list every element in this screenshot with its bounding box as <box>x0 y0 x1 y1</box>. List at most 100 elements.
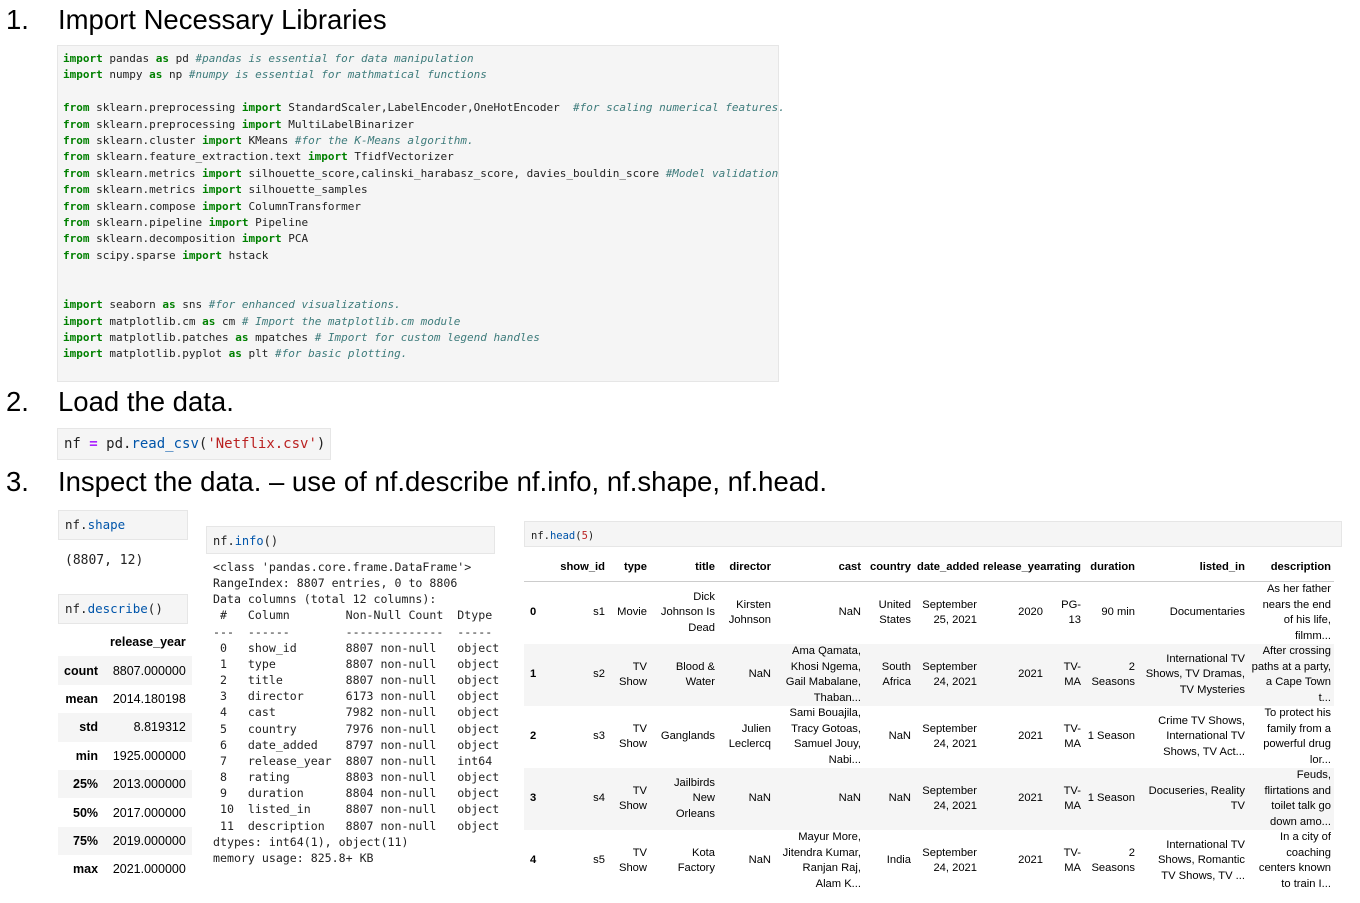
table-cell: International TV Shows, TV Dramas, TV My… <box>1145 652 1245 696</box>
shape-code-cell[interactable]: nf.shape <box>58 510 188 540</box>
code-block: nf.head(5) <box>531 530 595 542</box>
table-cell: NaN <box>888 730 911 743</box>
describe-row: 75% 2019.000000 <box>58 826 192 856</box>
table-cell: Mayur More, Jitendra Kumar, Ranjan Raj, … <box>782 831 861 890</box>
table-cell: Crime TV Shows, International TV Shows, … <box>1158 714 1245 758</box>
table-cell: Blood & Water <box>675 660 715 689</box>
describe-stat-value: 2014.180198 <box>112 691 186 706</box>
describe-stat-label: max <box>73 862 99 877</box>
describe-stat-label: 50% <box>73 805 99 820</box>
step-number: 2. <box>6 386 29 417</box>
code-block: import pandas as pd #pandas is essential… <box>63 52 785 361</box>
table-cell: s4 <box>593 792 605 805</box>
table-cell: Dick Johnson Is Dead <box>660 590 715 634</box>
table-cell: NaN <box>888 792 911 805</box>
describe-row: 50% 2017.000000 <box>58 798 192 826</box>
table-cell: Sami Bouajila, Tracy Gotoas, Samuel Jouy… <box>789 707 861 766</box>
step-title: Inspect the data. – use of nf.describe n… <box>58 466 827 497</box>
describe-stat-value: 2013.000000 <box>112 777 186 792</box>
table-cell: Ama Qamata, Khosi Ngema, Gail Mabalane, … <box>785 645 861 704</box>
head-column-header: date_added <box>914 553 980 582</box>
describe-row: count 8807.000000 <box>58 656 192 685</box>
load-code-cell[interactable]: nf = pd.read_csv('Netflix.csv') <box>57 428 331 460</box>
head-column-header: country <box>864 553 914 582</box>
describe-row: mean 2014.180198 <box>58 685 192 713</box>
table-cell: Ganglands <box>660 730 715 743</box>
head-column-header: listed_in <box>1138 553 1248 582</box>
info-output: <class 'pandas.core.frame.DataFrame'> Ra… <box>213 560 500 865</box>
step-title: Load the data. <box>58 386 234 417</box>
table-cell: s2 <box>593 668 605 681</box>
table-cell: Julien Leclercq <box>728 722 771 751</box>
table-cell: NaN <box>748 854 771 867</box>
table-cell: 1 Season <box>1087 730 1135 743</box>
table-cell: 2 Seasons <box>1091 660 1135 689</box>
table-cell: 2 Seasons <box>1091 846 1135 875</box>
info-code-cell[interactable]: nf.info() <box>206 526 495 554</box>
table-cell: Kota Factory <box>677 846 715 875</box>
table-cell: September 24, 2021 <box>922 660 977 689</box>
table-cell: South Africa <box>881 660 911 689</box>
table-cell: TV-MA <box>1063 784 1081 813</box>
table-cell: TV-MA <box>1063 722 1081 751</box>
table-cell: India <box>886 854 911 867</box>
row-index: 3 <box>530 792 537 805</box>
head-column-header <box>524 553 554 582</box>
table-cell: NaN <box>838 606 861 619</box>
describe-stat-label: 75% <box>73 833 99 848</box>
table-cell: TV-MA <box>1063 660 1081 689</box>
table-cell: TV Show <box>619 660 647 689</box>
table-cell: Docuseries, Reality TV <box>1148 784 1245 813</box>
table-cell: TV Show <box>619 846 647 875</box>
head-table-row: 1 s2 TV Show Blood & Water NaN Ama Qamata, Kh… <box>524 644 1334 706</box>
describe-stat-value: 8807.000000 <box>112 663 186 678</box>
describe-stat-value: 8.819312 <box>133 720 186 735</box>
table-cell: Documentaries <box>1169 606 1245 619</box>
table-cell: As her father nears the end of his life,… <box>1262 583 1331 642</box>
code-block: nf = pd.read_csv('Netflix.csv') <box>64 436 326 452</box>
code-block: nf.describe() <box>65 601 163 616</box>
table-cell: 2021 <box>1018 792 1043 805</box>
head-column-header: title <box>650 553 718 582</box>
table-cell: September 24, 2021 <box>922 846 977 875</box>
describe-table: release_year count 8807.000000 mean 2014.18… <box>58 628 192 884</box>
describe-stat-label: 25% <box>73 777 99 792</box>
import-code-cell[interactable]: import pandas as pd #pandas is essential… <box>57 45 785 382</box>
describe-stat-value: 1925.000000 <box>112 748 186 763</box>
row-index: 0 <box>530 606 537 619</box>
describe-stat-label: std <box>79 720 99 735</box>
head-table-row: 3 s4 TV Show Jailbirds New Orleans NaN NaN NaN… <box>524 768 1334 830</box>
describe-column-header: release_year <box>110 635 186 650</box>
step-heading-2: 2. Load the data. <box>6 386 606 418</box>
head-table: show_id type title director cast country date_… <box>524 553 1334 892</box>
table-cell: International TV Shows, Romantic TV Show… <box>1157 838 1245 882</box>
table-cell: 2021 <box>1018 730 1043 743</box>
head-column-header: show_id <box>554 553 608 582</box>
table-cell: PG-13 <box>1061 598 1081 627</box>
describe-row: min 1925.000000 <box>58 742 192 770</box>
code-block: nf.shape <box>65 517 126 532</box>
describe-row: std 8.819312 <box>58 713 192 742</box>
head-table-row: 4 s5 TV Show Kota Factory NaN Mayur More, Jit… <box>524 830 1334 892</box>
head-code-cell[interactable]: nf.head(5) <box>524 521 1342 547</box>
table-cell: TV Show <box>619 784 647 813</box>
head-column-header: director <box>718 553 774 582</box>
head-column-header: release_year <box>980 553 1051 582</box>
describe-row: 25% 2013.000000 <box>58 769 192 799</box>
head-column-header: duration <box>1084 553 1138 582</box>
table-cell: United States <box>878 598 911 627</box>
describe-stat-value: 2017.000000 <box>112 805 186 820</box>
describe-stat-label: min <box>75 748 99 763</box>
step-heading-1: 1. Import Necessary Libraries <box>6 4 606 36</box>
table-cell: NaN <box>748 792 771 805</box>
table-cell: 2021 <box>1018 668 1043 681</box>
table-cell: Kirsten Johnson <box>728 598 771 627</box>
row-index: 4 <box>530 854 537 867</box>
table-cell: TV Show <box>619 722 647 751</box>
table-cell: September 24, 2021 <box>922 784 977 813</box>
table-cell: s1 <box>593 606 605 619</box>
describe-stat-label: mean <box>65 691 99 706</box>
describe-code-cell[interactable]: nf.describe() <box>58 594 188 624</box>
step-number: 1. <box>6 4 29 35</box>
describe-stat-value: 2021.000000 <box>112 862 186 877</box>
